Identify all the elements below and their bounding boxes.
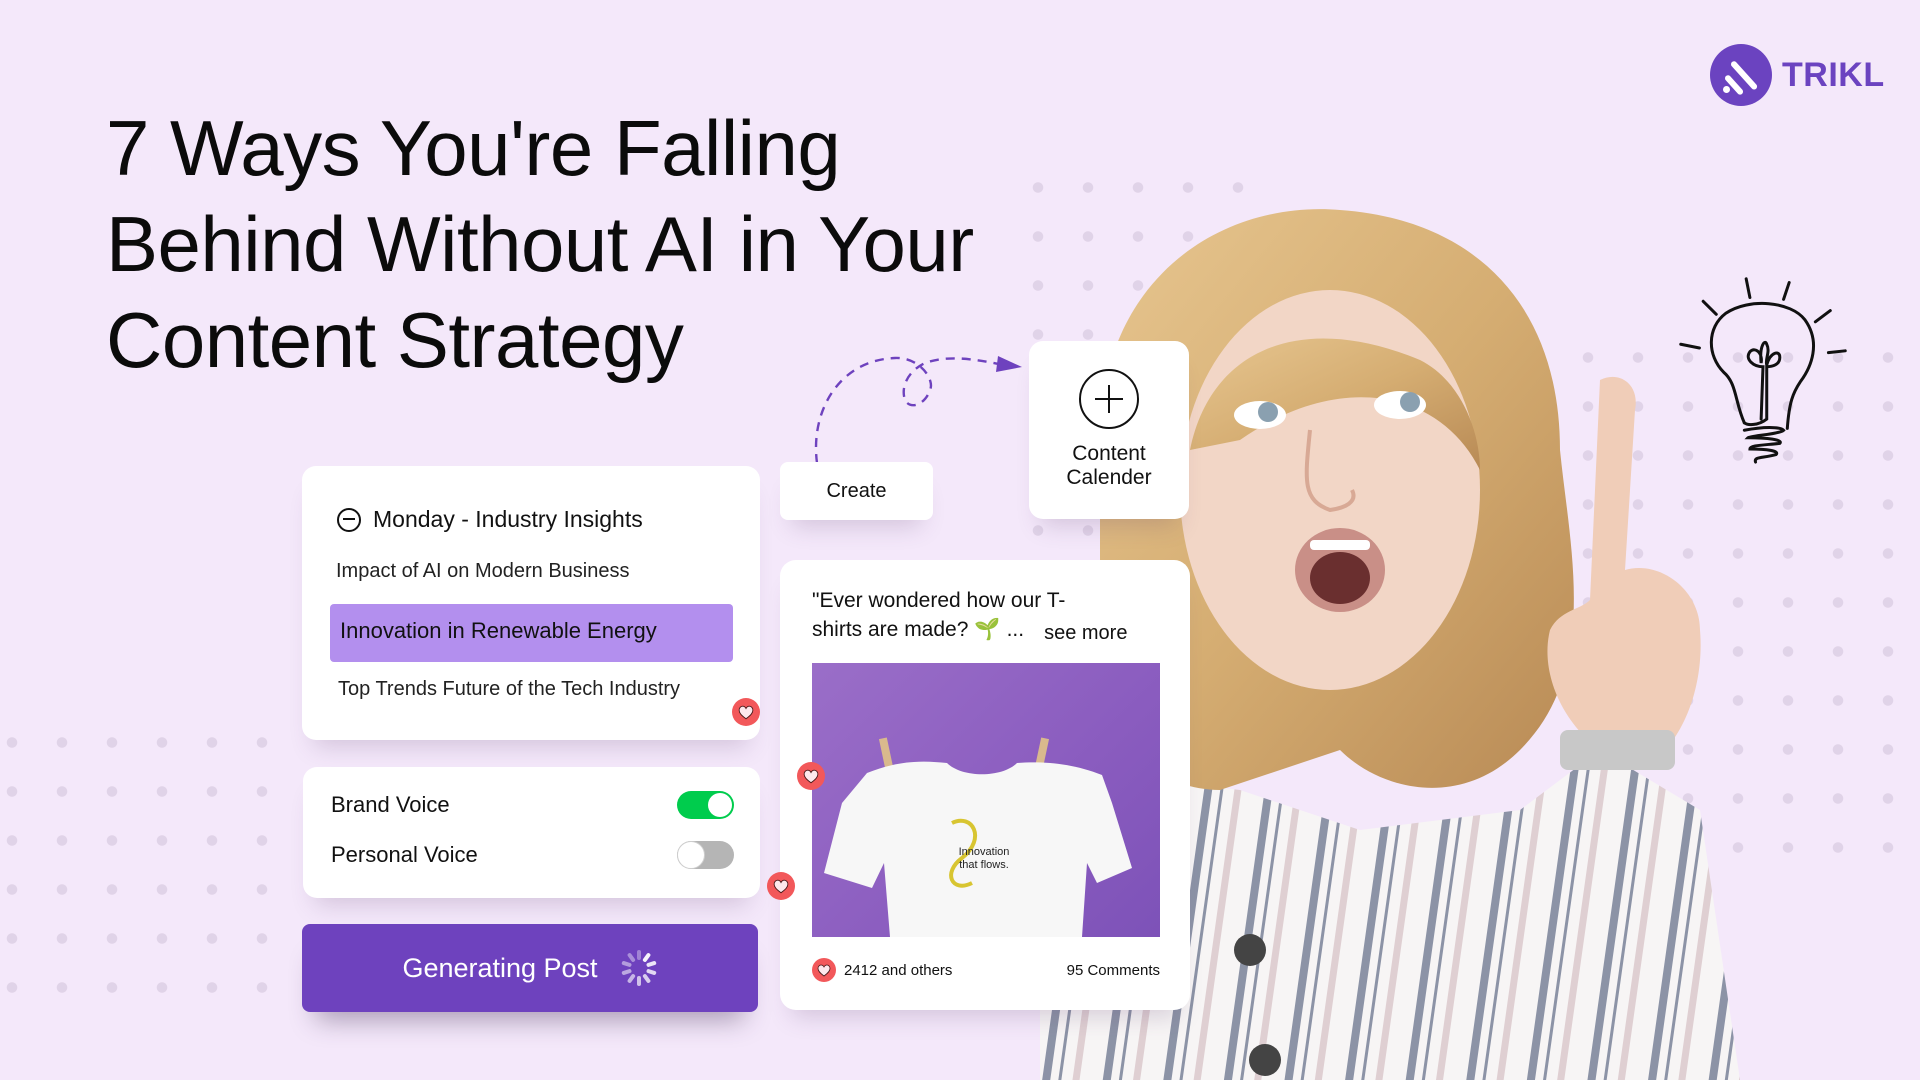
plus-circle-icon [1079, 369, 1139, 429]
spinner-tick [641, 952, 651, 963]
headline-line: Behind Without AI in Your [106, 200, 974, 288]
create-button[interactable]: Create [780, 462, 933, 520]
headline-line: 7 Ways You're Falling [106, 104, 841, 192]
spinner-tick [620, 968, 632, 976]
spinner-tick [645, 960, 657, 968]
trikl-logo-icon [1710, 44, 1772, 106]
generating-post-label: Generating Post [402, 952, 598, 983]
spinner-tick [620, 960, 632, 968]
heart-icon [732, 698, 760, 726]
heart-icon [767, 872, 795, 900]
spinner-tick [626, 952, 636, 963]
dot-grid-decoration [0, 728, 300, 1028]
brand-voice-row: Brand Voice [331, 791, 734, 819]
topic-item[interactable]: Top Trends Future of the Tech Industry [338, 678, 680, 701]
voice-settings-card: Brand Voice Personal Voice [303, 767, 760, 898]
see-more-link[interactable]: see more [1044, 619, 1127, 648]
heart-icon [797, 762, 825, 790]
spinner-tick [641, 973, 651, 984]
topic-group-title: Monday - Industry Insights [373, 506, 643, 532]
topic-item-selected[interactable]: Innovation in Renewable Energy [330, 604, 733, 662]
loading-spinner-icon [620, 949, 658, 987]
topic-item[interactable]: Impact of AI on Modern Business [336, 560, 630, 583]
topics-card: Monday - Industry Insights Impact of AI … [302, 466, 760, 740]
spinner-tick [636, 950, 641, 960]
content-calendar-label: Content Calender [1066, 442, 1152, 489]
generating-post-button[interactable]: Generating Post [302, 924, 758, 1012]
post-caption-line: shirts are made? [812, 618, 969, 641]
comments-count[interactable]: 95 Comments [1067, 962, 1160, 979]
personal-voice-row: Personal Voice [331, 841, 734, 869]
flow-arrow [814, 356, 1022, 464]
tshirt-photo: Innovation that flows. [824, 737, 1132, 937]
shirt-print-text: Innovation [959, 846, 1010, 858]
spinner-tick [645, 968, 657, 976]
likes[interactable]: 2412 and others [812, 958, 952, 982]
heart-icon [812, 958, 836, 982]
spinner-tick [636, 976, 641, 986]
spinner-tick [626, 973, 636, 984]
create-label: Create [826, 479, 887, 502]
brand-voice-label: Brand Voice [331, 792, 450, 817]
content-calendar-button[interactable]: Content Calender [1029, 341, 1189, 519]
topic-group-header[interactable]: Monday - Industry Insights [337, 506, 643, 533]
lightbulb-icon [1679, 277, 1847, 464]
social-post-card: "Ever wondered how our T- shirts are mad… [780, 560, 1190, 1010]
likes-count: 2412 and others [844, 961, 953, 979]
brand-name: TRIKL [1782, 55, 1885, 94]
personal-voice-toggle[interactable] [677, 841, 734, 869]
minus-circle-icon[interactable] [337, 507, 361, 532]
shirt-print-text: that flows. [959, 859, 1009, 871]
ellipsis: ... [1006, 618, 1025, 641]
personal-voice-label: Personal Voice [331, 842, 478, 867]
post-caption-line: "Ever wondered how our T- [812, 589, 1066, 612]
post-image: Innovation that flows. [812, 663, 1160, 937]
post-caption: "Ever wondered how our T- shirts are mad… [812, 586, 1172, 644]
post-footer: 2412 and others 95 Comments [812, 958, 1160, 982]
brand-voice-toggle[interactable] [677, 791, 734, 819]
brand-logo[interactable]: TRIKL [1710, 44, 1885, 106]
sprout-icon: 🌱 [974, 618, 1001, 641]
